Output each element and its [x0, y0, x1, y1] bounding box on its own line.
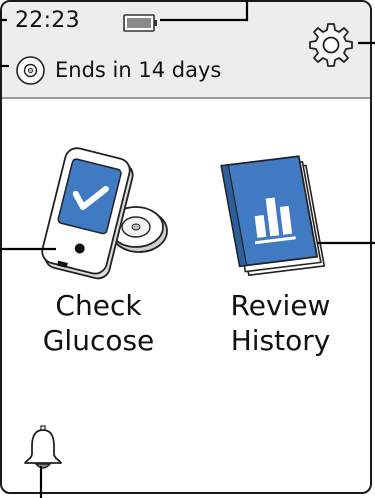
check-glucose-line2: Glucose — [42, 324, 155, 357]
device-screen: 22:23 Ends in 14 days Check Glucose Revi… — [0, 0, 372, 494]
check-glucose-button[interactable]: Check Glucose — [26, 147, 171, 372]
review-history-label: Review History — [208, 288, 353, 358]
device-stage: 22:23 Ends in 14 days Check Glucose Revi… — [0, 0, 375, 498]
clock-time: 22:23 — [15, 8, 80, 33]
review-history-button[interactable]: Review History — [208, 147, 353, 372]
check-glucose-line1: Check — [55, 289, 142, 322]
status-bar: 22:23 Ends in 14 days — [2, 2, 370, 99]
sensor-status-text: Ends in 14 days — [55, 58, 222, 82]
review-history-line1: Review — [230, 289, 331, 322]
gear-icon[interactable] — [307, 21, 355, 69]
check-glucose-label: Check Glucose — [26, 288, 171, 358]
sensor-status: Ends in 14 days — [15, 55, 221, 85]
bell-icon[interactable] — [21, 425, 65, 473]
review-history-line2: History — [230, 324, 331, 357]
glucose-reader-icon — [41, 147, 168, 280]
sensor-icon — [16, 55, 45, 85]
history-logbook-icon — [220, 155, 326, 277]
battery-icon — [123, 14, 157, 32]
